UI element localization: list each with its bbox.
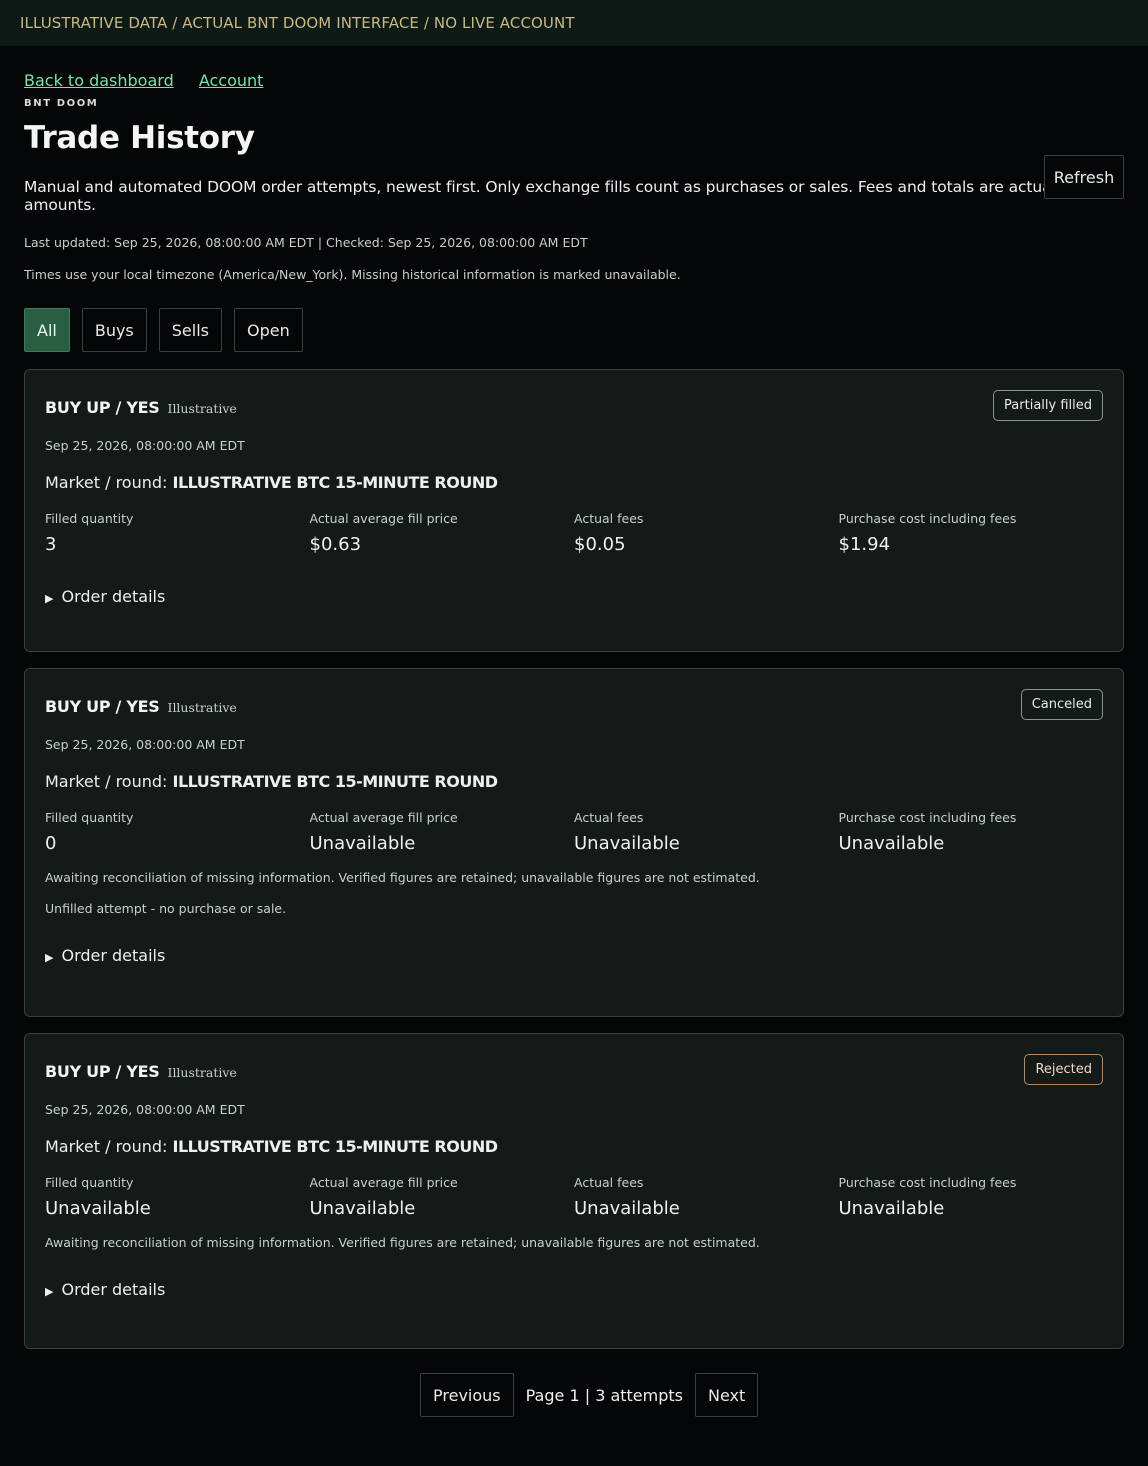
reconciliation-note: Awaiting reconciliation of missing infor…	[45, 870, 760, 885]
stat-value: Unavailable	[838, 833, 945, 854]
pagination: Previous Page 1 | 3 attempts Next	[420, 1373, 759, 1417]
filter-tabs: All Buys Sells Open	[24, 308, 1124, 352]
stat-label: Purchase cost including fees	[838, 810, 1017, 825]
status-badge: Partially filled	[993, 390, 1103, 421]
market-round: Market / round: ILLUSTRATIVE BTC 15-MINU…	[45, 772, 1103, 791]
illustrative-tag: Illustrative	[167, 700, 237, 715]
stat-fees: Actual fees Unavailable	[574, 810, 839, 854]
market-name: ILLUSTRATIVE BTC 15-MINUTE ROUND	[172, 473, 499, 492]
order-details-label: Order details	[61, 946, 166, 965]
unfilled-note: Unfilled attempt - no purchase or sale.	[45, 901, 287, 916]
page-status: Page 1 | 3 attempts	[525, 1385, 683, 1405]
illustrative-tag: Illustrative	[167, 1065, 237, 1080]
filter-sells[interactable]: Sells	[158, 308, 222, 352]
status-badge: Rejected	[1024, 1054, 1103, 1085]
stat-filled-quantity: Filled quantity Unavailable	[45, 1175, 310, 1219]
market-label: Market / round:	[45, 473, 168, 492]
page-title: Trade History	[24, 120, 255, 156]
trade-stats: Filled quantity 0 Actual average fill pri…	[45, 810, 1103, 854]
stat-avg-fill-price: Actual average fill price Unavailable	[310, 810, 575, 854]
stat-value: 3	[45, 534, 57, 555]
back-to-dashboard-link[interactable]: Back to dashboard	[24, 71, 174, 90]
trade-card-header: BUY UP / YES Illustrative Rejected	[45, 1034, 1103, 1110]
market-name: ILLUSTRATIVE BTC 15-MINUTE ROUND	[172, 772, 499, 791]
trade-side: BUY UP / YES	[45, 697, 160, 716]
order-details-toggle[interactable]: ▶ Order details	[45, 1280, 1103, 1299]
top-nav: Back to dashboard Account	[24, 46, 1124, 96]
stat-label: Actual average fill price	[309, 1175, 458, 1190]
stat-label: Actual fees	[574, 511, 644, 526]
filter-open[interactable]: Open	[234, 308, 303, 352]
market-round: Market / round: ILLUSTRATIVE BTC 15-MINU…	[45, 473, 1103, 492]
stat-value: $1.94	[838, 534, 891, 555]
stat-avg-fill-price: Actual average fill price $0.63	[310, 511, 575, 555]
stat-purchase-cost: Purchase cost including fees $1.94	[839, 511, 1104, 555]
stat-purchase-cost: Purchase cost including fees Unavailable	[839, 810, 1104, 854]
demo-banner: ILLUSTRATIVE DATA / ACTUAL BNT DOOM INTE…	[0, 0, 1148, 46]
market-name: ILLUSTRATIVE BTC 15-MINUTE ROUND	[172, 1137, 499, 1156]
stat-label: Filled quantity	[45, 1175, 134, 1190]
stat-filled-quantity: Filled quantity 3	[45, 511, 310, 555]
stat-fees: Actual fees Unavailable	[574, 1175, 839, 1219]
stat-value: Unavailable	[45, 1198, 151, 1219]
stat-avg-fill-price: Actual average fill price Unavailable	[310, 1175, 575, 1219]
main-content: Back to dashboard Account BNT DOOM Trade…	[0, 46, 1148, 352]
stat-label: Purchase cost including fees	[838, 511, 1017, 526]
disclosure-triangle-icon: ▶	[45, 951, 54, 964]
market-round: Market / round: ILLUSTRATIVE BTC 15-MINU…	[45, 1137, 1103, 1156]
last-updated: Last updated: Sep 25, 2026, 08:00:00 AM …	[24, 235, 588, 250]
stat-value: $0.63	[309, 534, 362, 555]
timezone-note: Times use your local timezone (America/N…	[24, 267, 681, 282]
trade-card: BUY UP / YES Illustrative Rejected Sep 25…	[24, 1033, 1124, 1349]
refresh-button[interactable]: Refresh	[1044, 155, 1124, 199]
stat-value: Unavailable	[309, 1198, 416, 1219]
stat-label: Filled quantity	[45, 810, 134, 825]
order-details-toggle[interactable]: ▶ Order details	[45, 946, 1103, 965]
trade-card: BUY UP / YES Illustrative Partially fille…	[24, 369, 1124, 652]
trade-stats: Filled quantity 3 Actual average fill pri…	[45, 511, 1103, 555]
stat-value: $0.05	[574, 534, 626, 555]
trade-card: BUY UP / YES Illustrative Canceled Sep 25…	[24, 668, 1124, 1017]
market-label: Market / round:	[45, 1137, 168, 1156]
stat-label: Actual average fill price	[309, 810, 458, 825]
order-details-label: Order details	[61, 1280, 166, 1299]
stat-label: Actual fees	[574, 810, 644, 825]
trade-stats: Filled quantity Unavailable Actual averag…	[45, 1175, 1103, 1219]
trade-side: BUY UP / YES	[45, 1062, 160, 1081]
stat-label: Actual fees	[574, 1175, 644, 1190]
reconciliation-note: Awaiting reconciliation of missing infor…	[45, 1235, 760, 1250]
next-page-button[interactable]: Next	[695, 1373, 759, 1417]
order-details-toggle[interactable]: ▶ Order details	[45, 587, 1103, 606]
stat-value: Unavailable	[838, 1198, 945, 1219]
previous-page-button[interactable]: Previous	[420, 1373, 514, 1417]
stat-value: Unavailable	[309, 833, 416, 854]
illustrative-tag: Illustrative	[167, 401, 237, 416]
stat-filled-quantity: Filled quantity 0	[45, 810, 310, 854]
stat-value: 0	[45, 833, 57, 854]
stat-value: Unavailable	[574, 833, 680, 854]
trade-card-header: BUY UP / YES Illustrative Partially fille…	[45, 370, 1103, 446]
stat-label: Filled quantity	[45, 511, 134, 526]
filter-all[interactable]: All	[24, 308, 70, 352]
stat-purchase-cost: Purchase cost including fees Unavailable	[839, 1175, 1104, 1219]
stat-value: Unavailable	[574, 1198, 680, 1219]
market-label: Market / round:	[45, 772, 168, 791]
trade-card-header: BUY UP / YES Illustrative Canceled	[45, 669, 1103, 745]
app-eyebrow: BNT DOOM	[24, 98, 99, 109]
disclosure-triangle-icon: ▶	[45, 592, 54, 605]
status-badge: Canceled	[1020, 689, 1103, 720]
trade-side: BUY UP / YES	[45, 398, 160, 417]
page-description: Manual and automated DOOM order attempts…	[24, 178, 1094, 214]
stat-label: Purchase cost including fees	[838, 1175, 1017, 1190]
order-details-label: Order details	[61, 587, 166, 606]
stat-fees: Actual fees $0.05	[574, 511, 839, 555]
stat-label: Actual average fill price	[309, 511, 458, 526]
account-link[interactable]: Account	[199, 71, 264, 90]
disclosure-triangle-icon: ▶	[45, 1285, 54, 1298]
filter-buys[interactable]: Buys	[81, 308, 147, 352]
